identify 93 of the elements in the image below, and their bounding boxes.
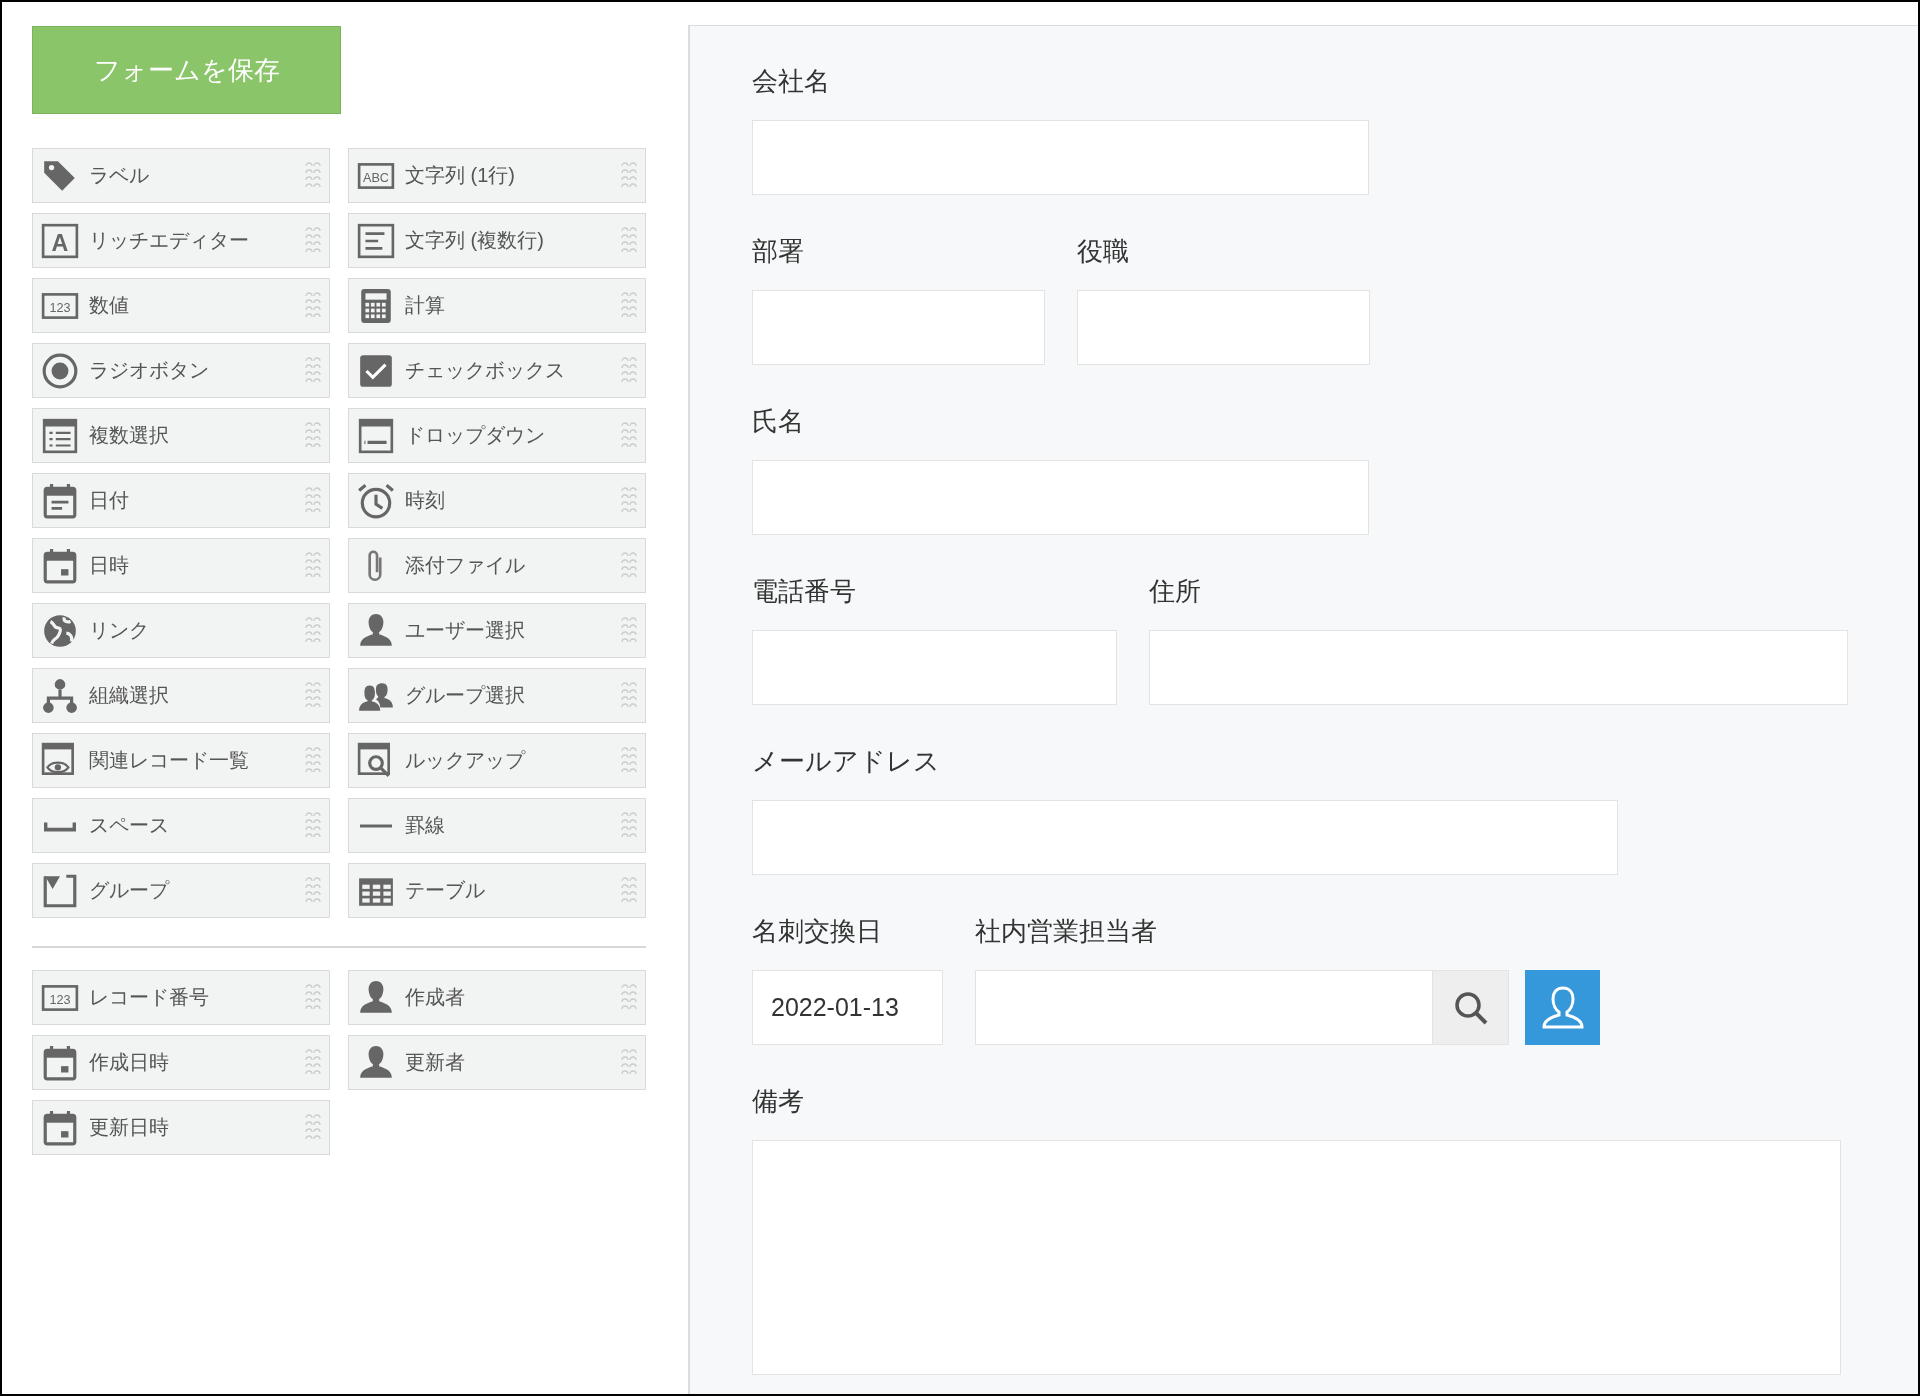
field-type-label: スペース — [89, 813, 170, 838]
line-icon — [359, 823, 393, 828]
field-palette-item[interactable]: 作成日時 — [32, 1035, 330, 1090]
alarm-clock-icon — [357, 481, 395, 520]
field-palette-item[interactable]: ドロップダウン — [348, 408, 646, 463]
field-palette-item[interactable]: ABC 文字列 (1行) — [348, 148, 646, 203]
field-type-label: 時刻 — [405, 488, 446, 513]
field-label: 会社名 — [752, 66, 831, 98]
field-type-label: 罫線 — [405, 813, 446, 838]
field-palette-item[interactable]: 関連レコード一覧 — [32, 733, 330, 788]
field-type-label: 文字列 (複数行) — [405, 228, 545, 253]
field-label: メールアドレス — [752, 746, 941, 778]
search-button[interactable] — [1433, 970, 1509, 1045]
field-palette-item[interactable]: ルックアップ — [348, 733, 646, 788]
text-input[interactable] — [752, 120, 1369, 195]
text-input[interactable] — [752, 290, 1045, 365]
text-area[interactable] — [752, 1140, 1841, 1375]
text-input[interactable] — [1077, 290, 1370, 365]
field-palette-item[interactable]: 123 レコード番号 — [32, 970, 330, 1025]
field-type-label: 複数選択 — [89, 423, 170, 448]
text-input[interactable] — [1149, 630, 1848, 705]
org-chart-icon — [41, 676, 79, 715]
field-type-label: ラベル — [89, 163, 150, 188]
field-type-label: 関連レコード一覧 — [89, 748, 250, 773]
space-icon — [44, 819, 76, 832]
field-type-label: テーブル — [405, 878, 486, 903]
field-palette-item[interactable]: ラジオボタン — [32, 343, 330, 398]
field-type-label: ユーザー選択 — [405, 618, 526, 643]
field-label: 社内営業担当者 — [975, 916, 1158, 948]
field-palette-item[interactable]: ラベル — [32, 148, 330, 203]
field-type-label: 日時 — [89, 553, 130, 578]
text-lines-icon — [357, 221, 395, 260]
text-input[interactable] — [752, 460, 1369, 535]
list-icon — [41, 416, 79, 455]
field-type-label: リンク — [89, 618, 150, 643]
field-label: 備考 — [752, 1086, 805, 1118]
dropdown-icon — [357, 416, 395, 455]
field-label: 名刺交換日 — [752, 916, 883, 948]
field-palette-item[interactable]: リンク — [32, 603, 330, 658]
field-palette-item[interactable]: 組織選択 — [32, 668, 330, 723]
calendar-icon — [41, 1043, 79, 1082]
field-palette-item[interactable]: A リッチエディター — [32, 213, 330, 268]
field-type-label: ラジオボタン — [89, 358, 210, 383]
field-palette-item[interactable]: 更新日時 — [32, 1100, 330, 1155]
field-type-label: リッチエディター — [89, 228, 250, 253]
letter-box-icon: A — [41, 221, 79, 260]
field-label: 氏名 — [752, 406, 805, 438]
field-type-label: チェックボックス — [405, 358, 566, 383]
field-palette-item[interactable]: 日時 — [32, 538, 330, 593]
user-select-button[interactable] — [1525, 970, 1600, 1045]
field-type-label: 添付ファイル — [405, 553, 526, 578]
field-type-label: 文字列 (1行) — [405, 163, 516, 188]
field-type-label: 作成者 — [405, 985, 466, 1010]
field-palette-item[interactable]: グループ — [32, 863, 330, 918]
field-palette-item[interactable]: 罫線 — [348, 798, 646, 853]
field-label: 役職 — [1077, 236, 1130, 268]
field-palette-item[interactable]: 日付 — [32, 473, 330, 528]
calendar-icon — [41, 546, 79, 585]
field-palette-item[interactable]: テーブル — [348, 863, 646, 918]
field-palette-item[interactable]: 更新者 — [348, 1035, 646, 1090]
calendar-icon — [41, 481, 79, 520]
user-input[interactable] — [975, 970, 1433, 1045]
field-type-label: 数値 — [89, 293, 130, 318]
field-type-label: 更新者 — [405, 1050, 466, 1075]
field-palette-item[interactable]: 時刻 — [348, 473, 646, 528]
field-type-label: 日付 — [89, 488, 130, 513]
field-palette-item[interactable]: 123 数値 — [32, 278, 330, 333]
field-palette-item[interactable]: 添付ファイル — [348, 538, 646, 593]
field-type-label: ドロップダウン — [405, 423, 546, 448]
text-input[interactable] — [752, 800, 1618, 875]
field-label: 電話番号 — [752, 576, 857, 608]
field-type-label: 作成日時 — [89, 1050, 170, 1075]
field-palette-item[interactable]: 作成者 — [348, 970, 646, 1025]
field-label: 部署 — [752, 236, 805, 268]
field-palette-item[interactable]: 計算 — [348, 278, 646, 333]
field-type-label: グループ選択 — [405, 683, 526, 708]
field-type-label: 計算 — [405, 293, 446, 318]
field-type-label: 組織選択 — [89, 683, 170, 708]
text-input[interactable] — [752, 630, 1117, 705]
field-type-label: レコード番号 — [89, 985, 210, 1010]
field-type-label: ルックアップ — [405, 748, 527, 773]
field-type-label: 更新日時 — [89, 1115, 170, 1140]
field-palette-item[interactable]: 文字列 (複数行) — [348, 213, 646, 268]
radio-icon — [41, 351, 79, 390]
field-palette-item[interactable]: チェックボックス — [348, 343, 646, 398]
field-label: 住所 — [1149, 576, 1202, 608]
field-palette-item[interactable]: グループ選択 — [348, 668, 646, 723]
field-palette-item[interactable]: 複数選択 — [32, 408, 330, 463]
calendar-icon — [41, 1108, 79, 1147]
field-type-label: グループ — [89, 878, 171, 903]
date-input[interactable]: 2022-01-13 — [752, 970, 943, 1045]
field-palette-item[interactable]: スペース — [32, 798, 330, 853]
field-palette-item[interactable]: ユーザー選択 — [348, 603, 646, 658]
